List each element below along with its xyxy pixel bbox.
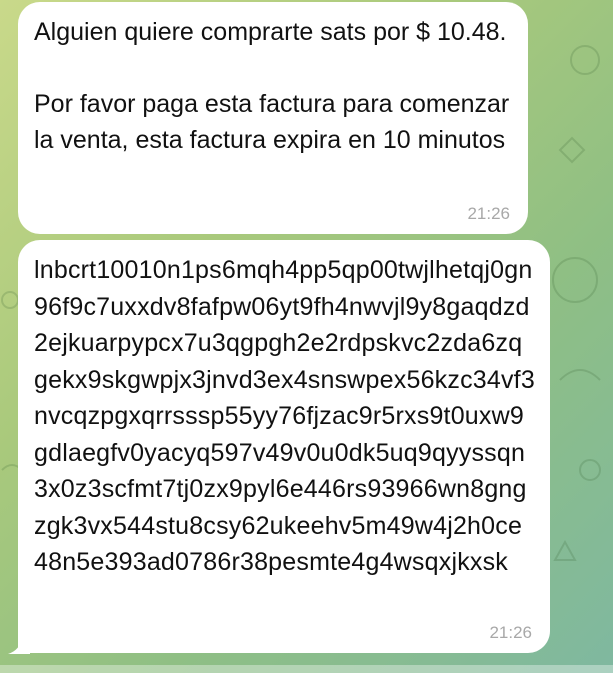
lightning-invoice-text[interactable]: lnbcrt10010n1ps6mqh4pp5qp00twjlhetqj0gn9… [34,252,536,581]
message-text: Alguien quiere comprarte sats por $ 10.4… [34,18,510,154]
invoice-message[interactable]: lnbcrt10010n1ps6mqh4pp5qp00twjlhetqj0gn9… [18,240,550,653]
input-area-edge [0,665,613,673]
message-timestamp: 21:26 [467,204,510,223]
message-timestamp: 21:26 [489,623,532,642]
incoming-message[interactable]: Alguien quiere comprarte sats por $ 10.4… [18,2,528,234]
bubble-tail-icon [8,638,30,654]
